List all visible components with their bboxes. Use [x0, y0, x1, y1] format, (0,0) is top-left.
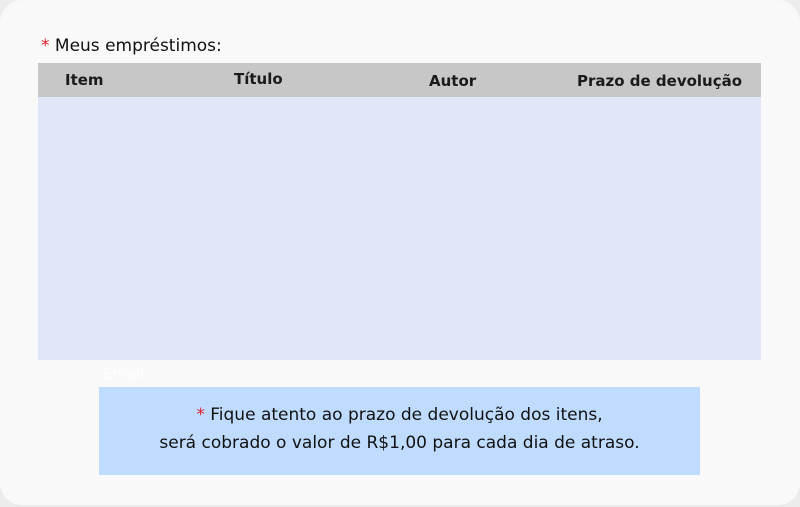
email-label: Email [103, 365, 145, 383]
late-fee-notice: * Fique atento ao prazo de devolução dos… [99, 387, 700, 475]
section-title-text: Meus empréstimos: [54, 36, 222, 56]
table-body [38, 97, 761, 360]
loans-card: * Meus empréstimos: Item Título Autor Pr… [0, 0, 800, 505]
section-title: * Meus empréstimos: [41, 34, 222, 58]
column-header-item: Item [65, 71, 104, 89]
column-header-title: Título [234, 70, 283, 88]
loans-table: Item Título Autor Prazo de devolução [38, 63, 761, 360]
notice-asterisk: * [196, 405, 205, 425]
notice-line-1: * Fique atento ao prazo de devolução dos… [99, 401, 700, 429]
column-header-due-date: Prazo de devolução [577, 72, 743, 90]
column-header-author: Autor [429, 72, 477, 90]
required-asterisk: * [41, 36, 50, 56]
table-header: Item Título Autor Prazo de devolução [38, 63, 761, 97]
notice-line-1-text: Fique atento ao prazo de devolução dos i… [210, 405, 603, 425]
notice-line-2: será cobrado o valor de R$1,00 para cada… [159, 433, 640, 453]
